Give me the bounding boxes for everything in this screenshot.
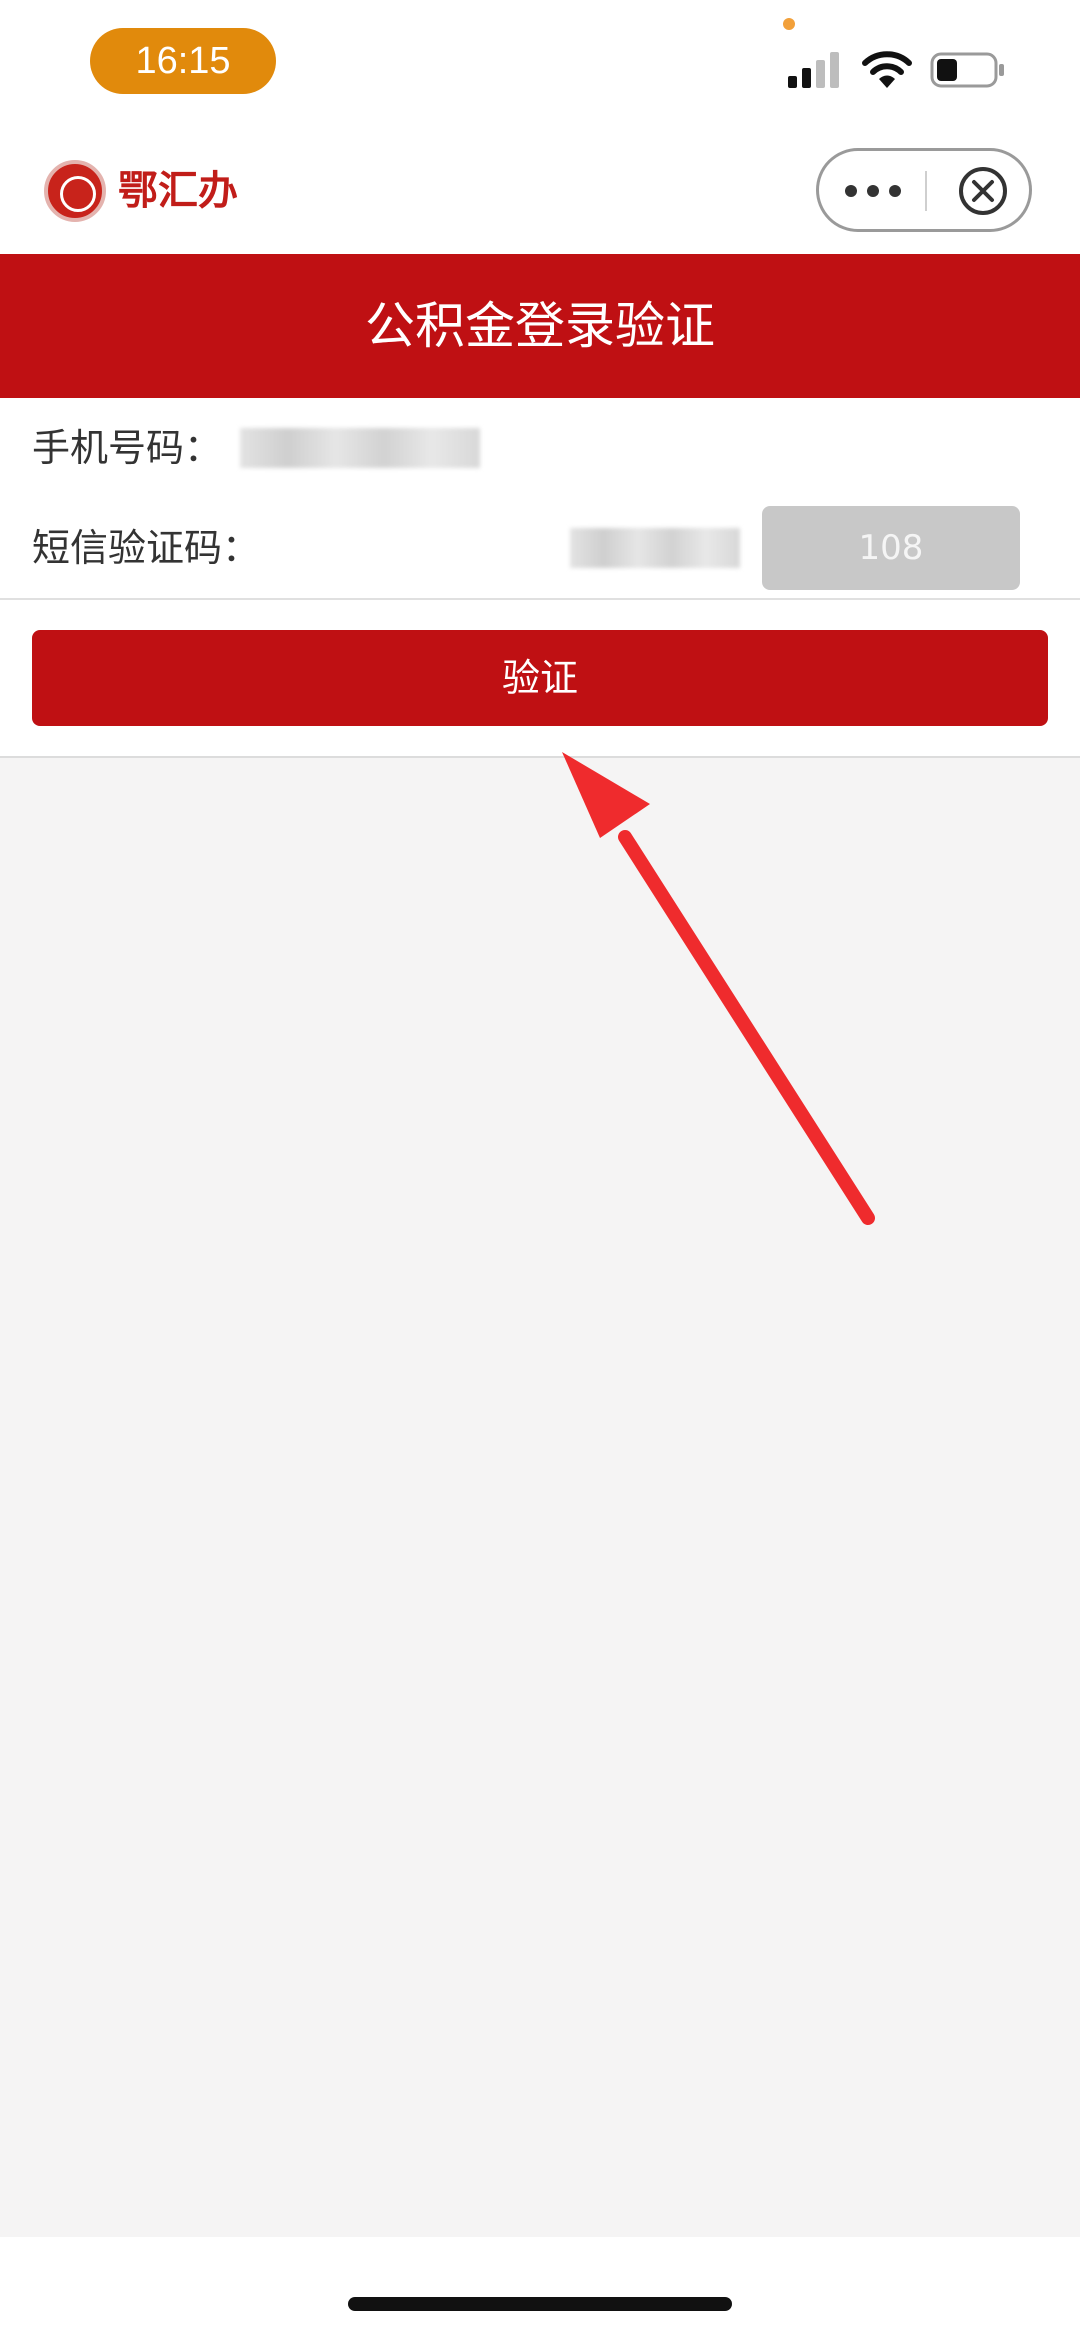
verify-button[interactable]: 验证 — [32, 630, 1048, 726]
home-indicator[interactable] — [348, 2297, 732, 2311]
home-indicator-area — [0, 2237, 1080, 2337]
status-bar: 16:15 — [0, 0, 1080, 130]
page-title: 公积金登录验证 — [365, 297, 715, 355]
logo-icon — [44, 160, 106, 222]
battery-icon — [930, 52, 1004, 88]
capsule-menu — [816, 148, 1032, 232]
phone-label: 手机号码： — [32, 426, 223, 470]
annotation-arrow — [562, 752, 875, 1225]
form-divider — [0, 598, 1080, 600]
status-time: 16:15 — [90, 28, 276, 94]
sms-code-label: 短信验证码： — [32, 526, 261, 570]
sms-code-input[interactable] — [570, 528, 740, 568]
phone-value-redacted — [240, 428, 480, 468]
wifi-icon — [862, 51, 912, 88]
privacy-indicator-dot — [783, 18, 795, 30]
capsule-divider — [925, 171, 927, 211]
verification-form: 手机号码： 短信验证码： 108 验证 — [0, 398, 1080, 758]
title-banner: 公积金登录验证 — [0, 254, 1080, 398]
more-icon[interactable] — [845, 179, 909, 203]
mini-program-header: 鄂汇办 — [0, 130, 1080, 254]
get-code-button[interactable]: 108 — [762, 506, 1020, 590]
close-icon[interactable] — [957, 165, 1009, 217]
cellular-signal-icon — [788, 52, 840, 88]
app-logo-text: 鄂汇办 — [118, 167, 238, 214]
